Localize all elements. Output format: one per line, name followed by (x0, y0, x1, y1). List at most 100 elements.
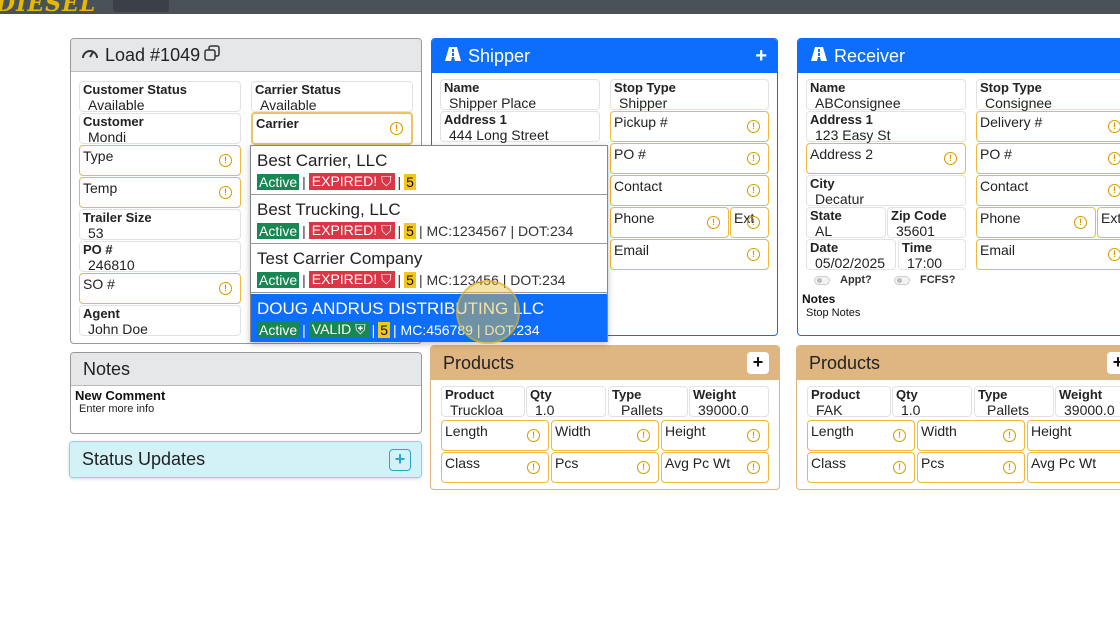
receiver-stop-type-field[interactable]: Stop Type Consignee (976, 79, 1120, 111)
receiver-name-field[interactable]: Name ABConsignee (806, 79, 966, 111)
receiver-address2-field[interactable]: Address 2 ! (806, 143, 966, 174)
carrier-status-field[interactable]: Carrier Status Available (251, 81, 413, 113)
receiver-email-field[interactable]: Email ! (976, 239, 1120, 270)
warning-icon: ! (747, 216, 760, 229)
product-value: FAK (816, 402, 843, 418)
receiver-time-field[interactable]: Time 17:00 (898, 239, 966, 271)
add-shipper-button[interactable]: + (755, 45, 767, 68)
delivery-field[interactable]: Delivery # ! (976, 111, 1120, 142)
po-label: PO # (83, 242, 113, 257)
so-field[interactable]: SO # ! (79, 273, 241, 304)
customer-status-field[interactable]: Customer Status Available (79, 81, 241, 113)
trailer-size-field[interactable]: Trailer Size 53 (79, 209, 241, 241)
height-field[interactable]: Height ! (661, 420, 769, 451)
receiver-ext-field[interactable]: Ext (1097, 207, 1120, 238)
carrier-option[interactable]: Best Trucking, LLC Active | EXPIRED! ⛉ |… (251, 195, 607, 244)
receiver-address1-field[interactable]: Address 1 123 Easy St (806, 111, 966, 143)
customer-label: Customer (83, 114, 144, 129)
receiver-zip-field[interactable]: Zip Code 35601 (887, 207, 966, 239)
avg-pc-wt-field[interactable]: Avg Pc Wt (1027, 452, 1120, 483)
shipper-address1-field[interactable]: Address 1 444 Long Street (440, 111, 600, 143)
temp-field[interactable]: Temp ! (79, 177, 241, 208)
carrier-option-selected[interactable]: DOUG ANDRUS DISTRIBUTING LLC Active | VA… (251, 294, 607, 342)
receiver-po-label: PO # (980, 146, 1012, 162)
copy-icon[interactable] (204, 44, 220, 66)
receiver-email-label: Email (980, 242, 1016, 258)
appt-label: Appt? (840, 274, 872, 286)
shipper-stop-type-field[interactable]: Stop Type Shipper (610, 79, 769, 111)
stop-notes-input[interactable]: Stop Notes (806, 307, 860, 319)
shipper-ext-field[interactable]: Ext ! (730, 207, 769, 238)
length-label: Length (811, 423, 854, 439)
add-product-button[interactable]: + (747, 352, 769, 374)
shipper-stop-type-value: Shipper (619, 95, 668, 111)
width-field[interactable]: Width ! (917, 420, 1025, 451)
type-field[interactable]: Type ! (79, 145, 241, 176)
carrier-option[interactable]: Best Carrier, LLC Active | EXPIRED! ⛉ | … (251, 146, 607, 195)
shipper-phone-field[interactable]: Phone ! (610, 207, 729, 238)
warning-icon: ! (1108, 152, 1120, 165)
status-updates-header: Status Updates + (70, 442, 421, 477)
notes-panel: Notes New Comment Enter more info (70, 352, 422, 434)
active-badge: Active (257, 321, 300, 338)
shipper-po-label: PO # (614, 146, 646, 162)
carrier-status-label: Carrier Status (255, 82, 341, 97)
add-product-button[interactable]: + (1107, 352, 1120, 374)
class-field[interactable]: Class ! (807, 452, 915, 483)
carrier-option-meta: Active | EXPIRED! ⛉ | 5 | MC:1234567 | D… (257, 222, 573, 239)
qty-field[interactable]: Qty 1.0 (526, 386, 606, 418)
fcfs-toggle[interactable] (894, 276, 910, 285)
class-label: Class (445, 455, 481, 471)
shipper-name-field[interactable]: Name Shipper Place (440, 79, 600, 111)
weight-field[interactable]: Weight 39000.0 (689, 386, 769, 418)
pcs-field[interactable]: Pcs ! (917, 452, 1025, 483)
warning-icon: ! (944, 152, 957, 165)
product-value: Truckloa (450, 402, 504, 418)
carrier-option[interactable]: Test Carrier Company Active | EXPIRED! ⛉… (251, 244, 607, 293)
nav-button[interactable] (113, 0, 169, 12)
shipper-contact-label: Contact (614, 178, 663, 194)
appt-toggle[interactable] (814, 276, 830, 285)
height-field[interactable]: Height (1027, 420, 1120, 451)
customer-field[interactable]: Customer Mondi (79, 113, 241, 145)
notes-header: Notes (71, 353, 421, 386)
warning-icon: ! (893, 429, 906, 442)
shipper-po-field[interactable]: PO # ! (610, 143, 769, 174)
product-type-field[interactable]: Type Pallets (974, 386, 1054, 418)
receiver-date-field[interactable]: Date 05/02/2025 (806, 239, 896, 271)
class-field[interactable]: Class ! (441, 452, 549, 483)
product-type-field[interactable]: Type Pallets (608, 386, 688, 418)
warning-icon: ! (1003, 429, 1016, 442)
shipper-email-field[interactable]: Email ! (610, 239, 769, 270)
pcs-field[interactable]: Pcs ! (551, 452, 659, 483)
receiver-po-field[interactable]: PO # ! (976, 143, 1120, 174)
avg-pc-wt-field[interactable]: Avg Pc Wt ! (661, 452, 769, 483)
notes-title: Notes (83, 358, 131, 379)
po-field[interactable]: PO # 246810 (79, 241, 241, 273)
shipper-address1-value: 444 Long Street (449, 127, 549, 143)
shipper-contact-field[interactable]: Contact ! (610, 175, 769, 206)
shield-slash-icon: ⛉ (381, 173, 392, 189)
warning-icon: ! (747, 248, 760, 261)
product-field[interactable]: Product Truckloa (441, 386, 525, 418)
app-logo[interactable]: DIESEL (0, 0, 96, 14)
receiver-contact-field[interactable]: Contact ! (976, 175, 1120, 206)
receiver-city-field[interactable]: City Decatur (806, 175, 966, 207)
carrier-option-ids: | MC:456789 | DOT:234 (393, 321, 540, 338)
carrier-input[interactable]: Carrier ! (251, 112, 413, 145)
shipper-header: Shipper + (432, 39, 777, 73)
receiver-state-field[interactable]: State AL (806, 207, 886, 239)
qty-field[interactable]: Qty 1.0 (892, 386, 972, 418)
length-field[interactable]: Length ! (807, 420, 915, 451)
width-field[interactable]: Width ! (551, 420, 659, 451)
receiver-phone-field[interactable]: Phone ! (976, 207, 1096, 238)
length-field[interactable]: Length ! (441, 420, 549, 451)
product-field[interactable]: Product FAK (807, 386, 891, 418)
add-status-button[interactable]: + (389, 448, 411, 471)
comment-input[interactable]: Enter more info (79, 403, 154, 415)
pickup-field[interactable]: Pickup # ! (610, 111, 769, 142)
weight-field[interactable]: Weight 39000.0 (1055, 386, 1120, 418)
width-label: Width (555, 423, 591, 439)
so-label: SO # (83, 276, 115, 292)
agent-field[interactable]: Agent John Doe (79, 305, 241, 337)
